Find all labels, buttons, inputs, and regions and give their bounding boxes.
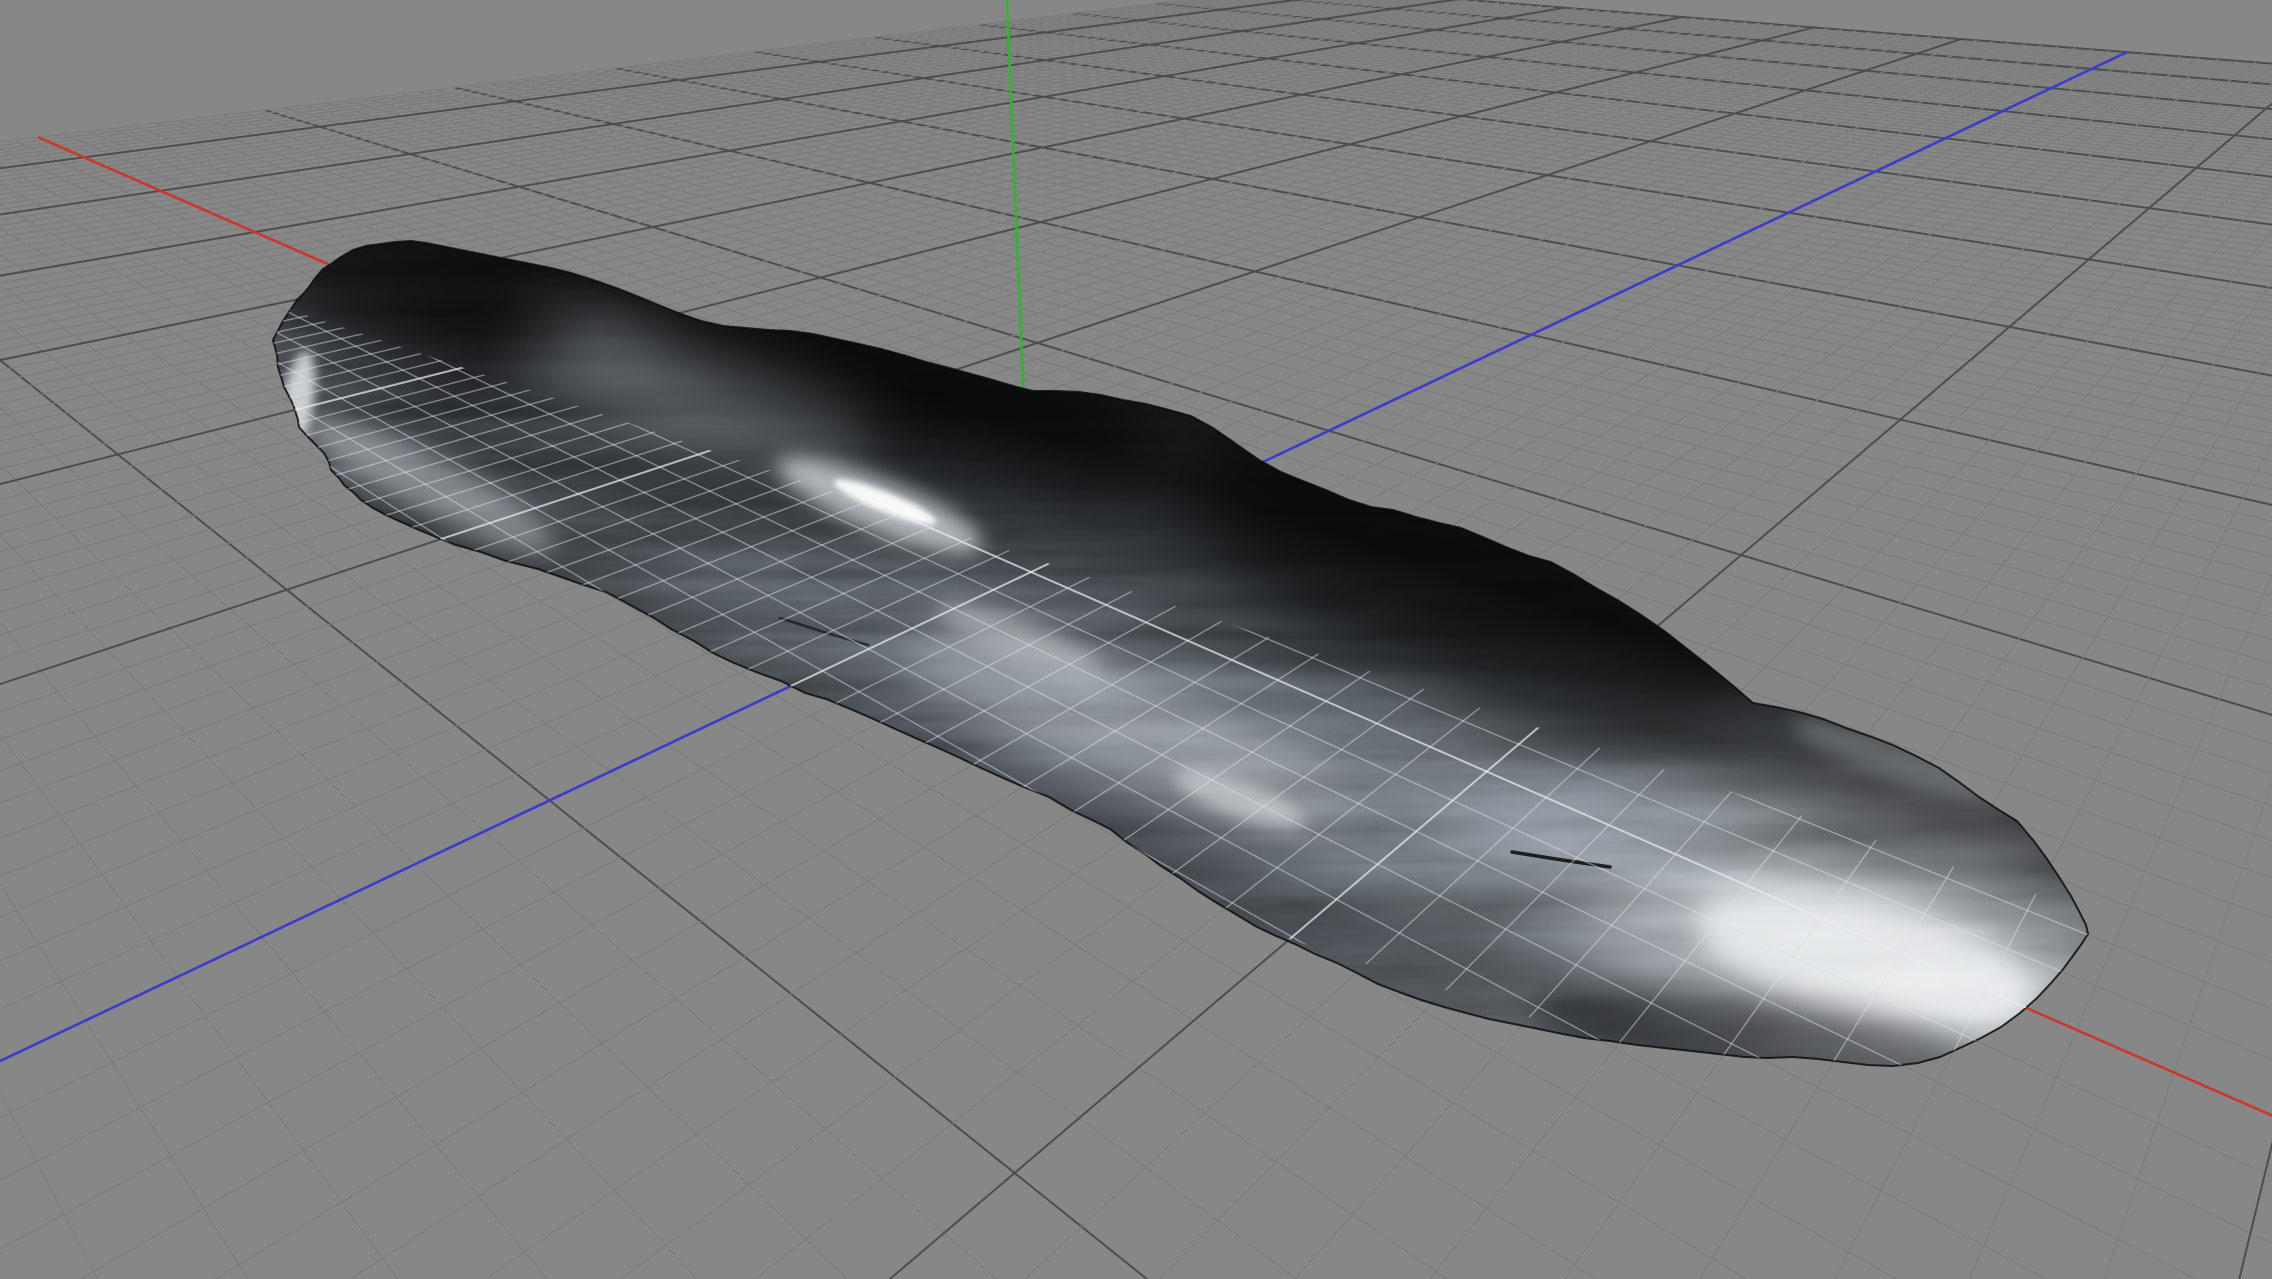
viewport[interactable] [0,0,2272,1279]
viewport-canvas[interactable] [0,0,2272,1279]
